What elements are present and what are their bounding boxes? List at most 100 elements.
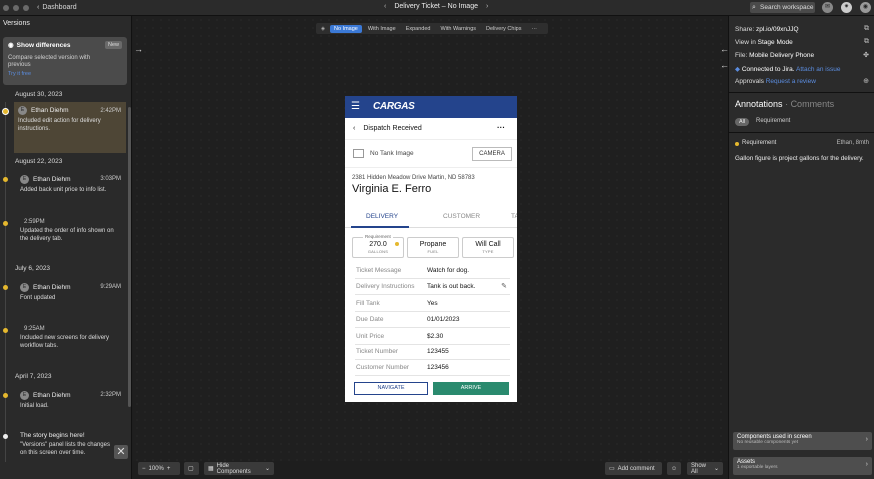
- eye-icon: ◉: [8, 42, 14, 49]
- zoom-in-button[interactable]: +: [167, 466, 171, 472]
- filter-all[interactable]: All: [735, 118, 750, 126]
- annotations-header: Annotations · Comments: [735, 99, 835, 109]
- tab-expanded[interactable]: Expanded: [402, 25, 435, 33]
- hide-components-button[interactable]: ▦ Hide Components ⌄: [204, 462, 274, 475]
- more-options-icon[interactable]: ···: [497, 123, 505, 132]
- zoom-level: 100%: [148, 465, 164, 472]
- screen-variant-tabs: ◈ No Image With Image Expanded With Warn…: [316, 23, 548, 34]
- screen-title: Delivery Ticket – No Image: [394, 3, 478, 10]
- app-header: ☰ CARGAS: [345, 96, 517, 118]
- close-window-button[interactable]: [3, 4, 9, 11]
- back-arrow-icon[interactable]: ‹: [353, 125, 355, 132]
- info-row: Customer Number 123456: [355, 360, 510, 376]
- attach-issue-link[interactable]: Attach an issue: [796, 66, 840, 73]
- add-circle-icon[interactable]: ⊕: [863, 77, 869, 85]
- active-tab-indicator: [351, 226, 409, 228]
- add-comment-button[interactable]: ▭ Add comment: [605, 462, 662, 475]
- gallons-stat: 270.0 GALLONS: [352, 237, 404, 258]
- minimize-window-button[interactable]: [13, 4, 19, 11]
- info-row: Ticket Number 123455: [355, 344, 510, 360]
- divider: [729, 132, 874, 133]
- avatar: E: [20, 391, 29, 400]
- tab-with-warnings[interactable]: With Warnings: [436, 25, 480, 33]
- info-row: Delivery Instructions Tank is out back. ✎: [355, 279, 510, 295]
- timeline-dot: [3, 221, 8, 226]
- open-external-icon[interactable]: ⧉: [864, 38, 869, 46]
- previous-screen-chevron-icon[interactable]: ‹: [384, 3, 386, 10]
- layers-toggle-icon[interactable]: ▢: [184, 462, 199, 475]
- version-date: April 7, 2023: [15, 373, 52, 380]
- back-to-dashboard-link[interactable]: ‹ Dashboard: [37, 4, 77, 11]
- version-entry[interactable]: E Ethan Diehm 2:32PM Initial load.: [14, 389, 126, 413]
- info-row: Due Date 01/01/2023: [355, 312, 510, 328]
- request-review-link[interactable]: Request a review: [766, 78, 816, 85]
- stage-mode-link[interactable]: Stage Mode: [758, 39, 793, 46]
- ticket-tabs: DELIVERY CUSTOMER TA: [345, 206, 517, 228]
- versions-scrollbar[interactable]: [128, 107, 131, 407]
- version-entry[interactable]: E Ethan Diehm 9:29AM Font updated: [14, 281, 126, 305]
- filter-requirement[interactable]: Requirement: [756, 118, 790, 124]
- copy-icon[interactable]: ⧉: [864, 25, 869, 33]
- tab-delivery[interactable]: DELIVERY: [366, 213, 398, 220]
- requirement-annotation-tag[interactable]: Requirement: [363, 234, 393, 239]
- brand-logo: CARGAS: [373, 101, 415, 112]
- tab-annotations[interactable]: Annotations: [735, 99, 783, 109]
- share-link[interactable]: zpl.io/09xnJJQ: [756, 26, 799, 33]
- notifications-icon[interactable]: ✉: [822, 2, 833, 13]
- arrive-button[interactable]: ARRIVE: [433, 382, 509, 395]
- approvals-row: Approvals Request a review: [735, 78, 816, 85]
- camera-button[interactable]: CAMERA: [472, 147, 512, 161]
- show-differences-card[interactable]: ◉ Show differences New Compare selected v…: [3, 37, 127, 85]
- navigate-button[interactable]: NAVIGATE: [354, 382, 428, 395]
- components-used-card[interactable]: Components used in screen No reusable co…: [733, 432, 872, 450]
- user-avatar[interactable]: ◉: [860, 2, 871, 13]
- tab-delivery-chips[interactable]: Delivery Chips: [482, 25, 525, 33]
- chevron-left-icon: ‹: [37, 4, 40, 11]
- expand-panel-arrow-icon[interactable]: →: [134, 44, 143, 54]
- customer-name: Virginia E. Ferro: [352, 183, 432, 195]
- tab-more[interactable]: TA: [511, 213, 517, 220]
- version-entry[interactable]: E Ethan Diehm 3:03PM Added back unit pric…: [14, 173, 126, 197]
- zoom-out-button[interactable]: −: [142, 466, 146, 472]
- timeline-line: [5, 102, 6, 462]
- version-entry[interactable]: 9:25AM Included new screens for delivery…: [14, 324, 126, 352]
- timeline-dot: [3, 393, 8, 398]
- more-tabs-button[interactable]: ···: [528, 25, 542, 33]
- collapse-right-arrow-icon[interactable]: ←: [720, 60, 729, 70]
- emoji-reaction-icon[interactable]: ☺: [667, 462, 681, 475]
- jira-icon: ◆: [735, 66, 740, 73]
- file-link[interactable]: Mobile Delivery Phone: [749, 52, 814, 59]
- close-versions-button[interactable]: ✕: [114, 445, 128, 459]
- version-entry-selected[interactable]: E Ethan Diehm 2:42PM Included edit action…: [14, 102, 126, 153]
- tab-no-image[interactable]: No Image: [330, 24, 362, 33]
- fuel-stat: Propane FUEL: [407, 237, 459, 258]
- show-all-dropdown[interactable]: Show All ⌄: [687, 462, 723, 475]
- try-it-link[interactable]: Try it free: [8, 71, 122, 77]
- zoom-window-button[interactable]: [23, 4, 29, 11]
- timeline-dot: [3, 328, 8, 333]
- help-icon[interactable]: ✷: [841, 2, 852, 13]
- zoom-control: − 100% +: [138, 462, 180, 475]
- tab-customer[interactable]: CUSTOMER: [443, 213, 480, 220]
- version-entry[interactable]: 2:59PM Updated the order of info shown o…: [14, 217, 126, 245]
- layers-icon[interactable]: ◈: [318, 26, 328, 32]
- customer-address: 2381 Hidden Meadow Drive Martin, ND 5878…: [352, 175, 475, 181]
- hamburger-menu-icon[interactable]: ☰: [351, 102, 360, 112]
- collapse-left-arrow-icon[interactable]: ←: [720, 44, 729, 54]
- share-row: Share: zpl.io/09xnJJQ: [735, 26, 799, 33]
- assets-card[interactable]: Assets 1 exportable layers ›: [733, 457, 872, 475]
- comment-icon: ▭: [609, 466, 615, 472]
- phone-screen[interactable]: ☰ CARGAS ‹ Dispatch Received ··· No Tank…: [345, 96, 517, 402]
- annotation-marker[interactable]: [395, 242, 399, 246]
- window-controls: [3, 4, 29, 11]
- edit-pencil-icon[interactable]: ✎: [501, 282, 507, 290]
- annotation-message[interactable]: Gallon figure is project gallons for the…: [735, 155, 864, 162]
- search-workspace-input[interactable]: ⌕ Search workspace: [750, 2, 815, 13]
- next-screen-chevron-icon[interactable]: ›: [486, 3, 488, 10]
- chevron-down-icon: ⌄: [713, 466, 719, 472]
- tab-comments[interactable]: Comments: [791, 99, 835, 109]
- info-row: Fill Tank Yes: [355, 296, 510, 312]
- tab-with-image[interactable]: With Image: [364, 25, 400, 33]
- figma-file-icon[interactable]: ✤: [863, 51, 869, 59]
- jira-row: ◆ Connected to Jira. Attach an issue: [735, 66, 841, 73]
